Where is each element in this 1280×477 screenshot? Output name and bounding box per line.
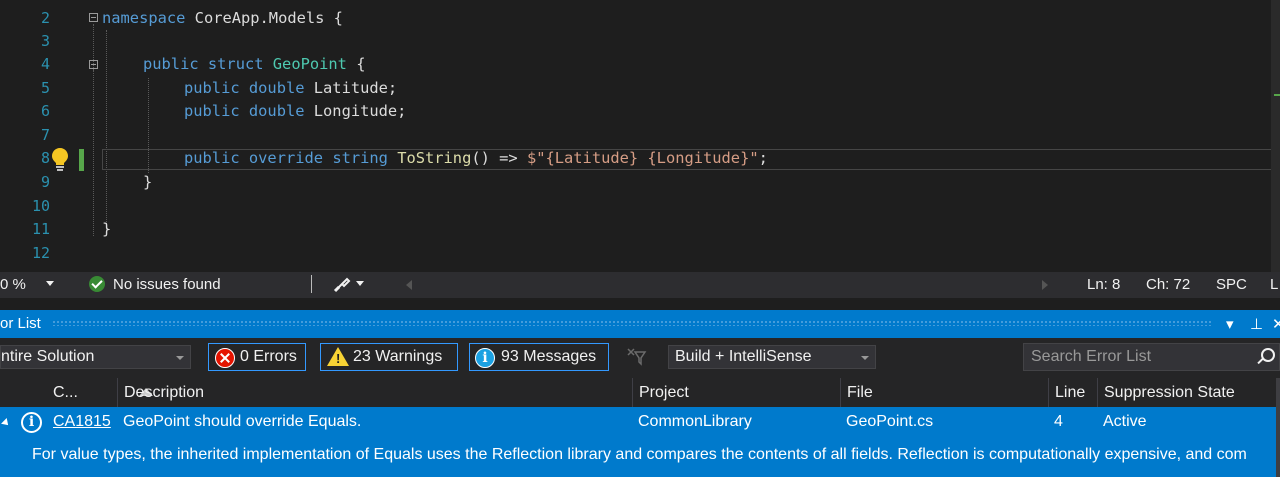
- column-line-label: Line: [1055, 384, 1086, 401]
- vertical-scrollbar[interactable]: [1276, 378, 1280, 477]
- column-code[interactable]: C...: [47, 378, 153, 407]
- errors-filter-button[interactable]: 0 Errors: [208, 343, 306, 371]
- line-number: 9: [40, 173, 50, 191]
- panel-title: or List: [0, 315, 41, 332]
- info-icon: i: [475, 348, 495, 368]
- warnings-count: 23 Warnings: [353, 348, 443, 365]
- scroll-left-icon[interactable]: [406, 280, 412, 290]
- code-line-9: }: [143, 173, 153, 191]
- lightbulb-icon[interactable]: [51, 147, 69, 171]
- errors-count: 0 Errors: [240, 348, 297, 365]
- window-menu-button[interactable]: ▾: [1226, 315, 1234, 333]
- change-marker: [1274, 94, 1280, 96]
- error-list-toolbar: ntire Solution 0 Errors ! 23 Warnings i …: [0, 338, 1280, 378]
- vertical-scrollbar[interactable]: [1271, 0, 1280, 272]
- code-line-8: public override string ToString() => $"{…: [184, 149, 768, 167]
- line-number: 7: [40, 126, 50, 144]
- column-indicator: Ch: 72: [1146, 276, 1191, 293]
- line-number: 2: [40, 9, 50, 27]
- expand-icon[interactable]: [1, 418, 11, 428]
- chevron-down-icon: [176, 356, 184, 360]
- pin-button[interactable]: ⊥: [1250, 315, 1263, 333]
- search-input[interactable]: [1029, 347, 1253, 367]
- line-number: 4: [40, 55, 50, 73]
- code-cleanup-icon[interactable]: [333, 275, 351, 297]
- line-number: 8: [40, 149, 50, 167]
- code-editor[interactable]: 2 3 4 5 6 7 8 9 10 11 12 namespace CoreA…: [0, 0, 1280, 272]
- scope-dropdown[interactable]: ntire Solution: [0, 345, 191, 369]
- column-suppression-state[interactable]: Suppression State: [1097, 378, 1272, 407]
- column-file-label: File: [847, 384, 873, 401]
- scroll-right-icon[interactable]: [1042, 280, 1048, 290]
- warning-icon: !: [327, 347, 349, 366]
- clear-filter-icon[interactable]: [627, 348, 647, 371]
- zoom-dropdown-icon[interactable]: [46, 281, 54, 286]
- build-source-dropdown[interactable]: Build + IntelliSense: [668, 345, 876, 369]
- change-tracking-bar: [79, 149, 84, 171]
- line-number: 6: [40, 102, 50, 120]
- info-icon: i: [21, 412, 42, 433]
- whitespace-indicator[interactable]: SPC: [1216, 276, 1247, 293]
- close-button[interactable]: ✕: [1272, 315, 1280, 333]
- messages-filter-button[interactable]: i 93 Messages: [469, 343, 609, 371]
- line-number: 12: [31, 244, 50, 262]
- code-line-5: public double Latitude;: [184, 79, 398, 97]
- column-project-label: Project: [639, 384, 689, 401]
- table-row[interactable]: i CA1815 GeoPoint should override Equals…: [0, 407, 1280, 477]
- line-number: 11: [31, 220, 50, 238]
- indent-guide: [106, 30, 107, 230]
- line-ending-indicator[interactable]: L: [1270, 276, 1278, 293]
- zoom-level[interactable]: 0 %: [0, 276, 26, 293]
- column-line[interactable]: Line: [1048, 378, 1097, 407]
- line-number: 3: [40, 32, 50, 50]
- rule-code-link[interactable]: CA1815: [53, 413, 111, 431]
- line-number: 5: [40, 79, 50, 97]
- build-source-value: Build + IntelliSense: [675, 348, 812, 365]
- column-project[interactable]: Project: [632, 378, 840, 407]
- column-file[interactable]: File: [840, 378, 1048, 407]
- line-number: 10: [31, 197, 50, 215]
- row-detail-text: For value types, the inherited implement…: [32, 446, 1247, 463]
- search-error-list[interactable]: [1023, 343, 1280, 371]
- search-icon[interactable]: [1261, 348, 1275, 362]
- column-code-label: C...: [53, 384, 78, 401]
- outline-guide: [93, 70, 94, 180]
- chevron-down-icon[interactable]: [356, 281, 364, 286]
- row-line: 4: [1054, 413, 1063, 430]
- drag-grip[interactable]: [52, 320, 1212, 326]
- collapse-namespace-icon[interactable]: [89, 13, 98, 22]
- chevron-down-icon: [861, 356, 869, 360]
- issues-status[interactable]: No issues found: [113, 276, 221, 293]
- column-description[interactable]: Description: [117, 378, 632, 407]
- divider: [311, 275, 312, 293]
- check-circle-icon: [89, 276, 105, 292]
- code-line-11: }: [102, 220, 112, 238]
- code-line-6: public double Longitude;: [184, 102, 407, 120]
- warnings-filter-button[interactable]: ! 23 Warnings: [320, 343, 458, 371]
- code-line-2: namespace CoreApp.Models {: [102, 9, 343, 27]
- error-list-header: C... Description Project File Line Suppr…: [0, 378, 1280, 407]
- messages-count: 93 Messages: [501, 348, 597, 365]
- column-suppression-label: Suppression State: [1104, 384, 1235, 401]
- column-description-label: Description: [124, 384, 205, 401]
- scope-value: ntire Solution: [1, 348, 95, 365]
- line-indicator: Ln: 8: [1087, 276, 1121, 293]
- error-icon: [215, 348, 235, 368]
- code-line-4: public struct GeoPoint {: [143, 55, 366, 73]
- row-suppression: Active: [1103, 413, 1147, 430]
- error-list-titlebar[interactable]: or List ▾ ⊥ ✕: [0, 310, 1280, 338]
- row-project: CommonLibrary: [638, 413, 752, 430]
- editor-status-bar: 0 % No issues found Ln: 8 Ch: 72 SPC L: [0, 272, 1280, 298]
- row-description: GeoPoint should override Equals.: [123, 413, 362, 430]
- row-file: GeoPoint.cs: [846, 413, 934, 430]
